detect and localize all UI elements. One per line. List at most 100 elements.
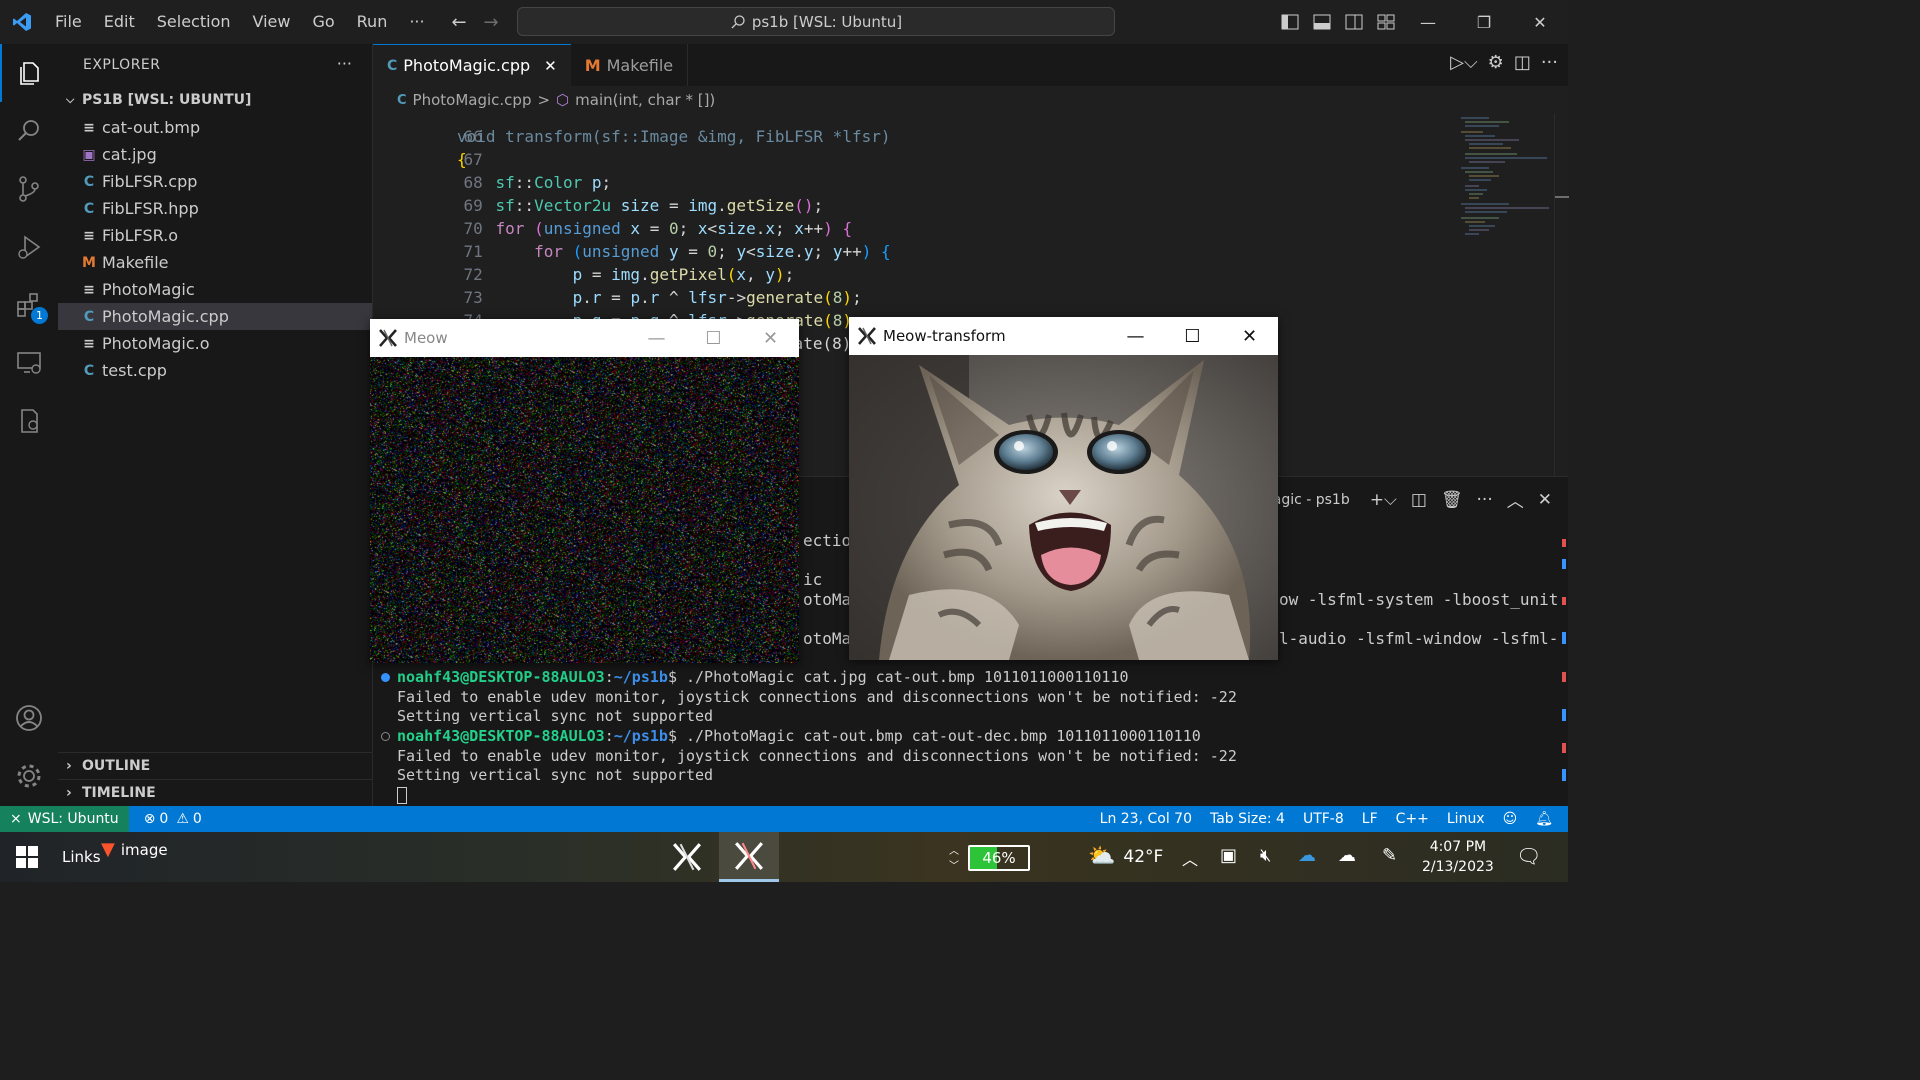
feedback-icon[interactable]: ☺ <box>1494 811 1527 827</box>
file-name: test.cpp <box>102 361 167 380</box>
new-terminal-icon[interactable]: +⌵ <box>1370 490 1397 510</box>
breadcrumb-symbol[interactable]: main(int, char * []) <box>575 91 715 109</box>
x11-taskbar-icon-active[interactable] <box>719 832 779 882</box>
close-icon[interactable]: ✕ <box>1221 317 1278 355</box>
menu-go[interactable]: Go <box>301 7 345 37</box>
minimize-icon[interactable]: — <box>628 319 685 357</box>
maximize-icon[interactable]: ☐ <box>1164 317 1221 355</box>
testing-icon[interactable] <box>0 392 58 450</box>
terminal-name[interactable]: agic - ps1b <box>1273 492 1350 508</box>
minimap[interactable] <box>1459 114 1554 476</box>
workspace-folder[interactable]: ⌵ PS1B [WSL: UBUNTU] <box>58 86 372 114</box>
cursor-position[interactable]: Ln 23, Col 70 <box>1091 811 1201 827</box>
menu-more[interactable]: ··· <box>398 7 435 37</box>
onedrive-personal-cloud-icon[interactable]: ☁ <box>1338 845 1356 866</box>
file-item[interactable]: C FibLFSR.hpp <box>58 195 372 222</box>
remote-indicator[interactable]: ⨯ WSL: Ubuntu <box>0 806 129 832</box>
end-of-line[interactable]: LF <box>1353 811 1387 827</box>
breadcrumb-file[interactable]: PhotoMagic.cpp <box>413 91 532 109</box>
outline-section[interactable]: › OUTLINE <box>58 752 373 779</box>
maximize-icon[interactable]: ☐ <box>685 319 742 357</box>
back-arrow-icon[interactable]: ← <box>443 7 475 37</box>
cpp-file-icon: C <box>387 57 398 74</box>
file-item[interactable]: C PhotoMagic.cpp <box>58 303 372 330</box>
onedrive-cloud-icon[interactable]: ☁ <box>1298 845 1316 866</box>
screen-capture-icon[interactable]: ▣ <box>1220 845 1237 866</box>
file-item[interactable]: ≡ PhotoMagic.o <box>58 330 372 357</box>
command-pending-dot[interactable] <box>381 732 390 741</box>
language-mode[interactable]: C++ <box>1387 811 1438 827</box>
toggle-panel-icon[interactable] <box>1306 7 1338 37</box>
minimize-icon[interactable]: — <box>1107 317 1164 355</box>
file-item[interactable]: ≡ PhotoMagic <box>58 276 372 303</box>
extensions-icon[interactable]: 1 <box>0 276 58 334</box>
tab-makefile[interactable]: M Makefile <box>571 44 689 86</box>
volume-muted-icon[interactable]: 🔇︎ <box>1260 845 1271 866</box>
restore-icon[interactable]: ❐ <box>1456 0 1512 44</box>
split-editor-icon[interactable]: ◫ <box>1514 52 1531 73</box>
minimize-icon[interactable]: — <box>1400 0 1456 44</box>
command-center[interactable]: ps1b [WSL: Ubuntu] <box>517 7 1115 36</box>
file-item[interactable]: ▣ cat.jpg <box>58 141 372 168</box>
tab-photomagic-cpp[interactable]: C PhotoMagic.cpp ✕ <box>373 44 571 86</box>
toggle-secondary-sidebar-icon[interactable] <box>1338 7 1370 37</box>
accounts-icon[interactable] <box>0 689 58 747</box>
menu-view[interactable]: View <box>242 7 302 37</box>
more-actions-icon[interactable]: ··· <box>1477 490 1493 510</box>
file-item[interactable]: Ctest.cpp <box>58 357 372 384</box>
notification-center-icon[interactable]: 🗨︎ <box>1516 844 1541 868</box>
menu-run[interactable]: Run <box>346 7 399 37</box>
command-success-dot[interactable] <box>381 673 390 682</box>
meow-transform-window[interactable]: Meow-transform — ☐ ✕ <box>849 317 1278 660</box>
explorer-icon[interactable] <box>0 44 58 102</box>
close-panel-icon[interactable]: ✕ <box>1538 490 1552 510</box>
editor-scrollbar[interactable] <box>1554 114 1569 476</box>
pen-icon[interactable]: ✎ <box>1382 845 1397 866</box>
links-toolbar[interactable]: Links <box>62 848 101 866</box>
forward-arrow-icon[interactable]: → <box>475 7 507 37</box>
meow-window[interactable]: Meow — ☐ ✕ <box>370 319 799 663</box>
explorer-more-icon[interactable]: ··· <box>337 54 352 73</box>
battery-indicator[interactable]: 46% <box>968 845 1030 871</box>
meow-titlebar[interactable]: Meow — ☐ ✕ <box>370 319 799 357</box>
maximize-panel-icon[interactable]: ︿ <box>1507 487 1524 512</box>
close-tab-icon[interactable]: ✕ <box>544 57 557 75</box>
notifications-bell-icon[interactable]: 🔔︎ <box>1526 811 1562 827</box>
show-hidden-icons-icon[interactable]: ︿ <box>1182 846 1198 870</box>
meow-transform-window-title: Meow-transform <box>883 327 1006 345</box>
file-item[interactable]: M Makefile <box>58 249 372 276</box>
timeline-section[interactable]: › TIMELINE <box>58 779 373 806</box>
trash-icon[interactable]: 🗑 <box>1441 490 1463 510</box>
clock[interactable]: 4:07 PM 2/13/2023 <box>1422 837 1494 877</box>
close-icon[interactable]: ✕ <box>742 319 799 357</box>
weather-widget[interactable]: ⛅ 42°F <box>1088 844 1163 869</box>
menu-file[interactable]: File <box>44 7 93 37</box>
menu-selection[interactable]: Selection <box>146 7 242 37</box>
toggle-sidebar-icon[interactable] <box>1274 7 1306 37</box>
tray-scroll-icon[interactable]: ︿ ﹀ <box>944 834 964 880</box>
tab-size[interactable]: Tab Size: 4 <box>1201 811 1294 827</box>
gear-icon[interactable]: ⚙ <box>1488 52 1504 73</box>
problems-indicator[interactable]: ⊗ 0 ⚠ 0 <box>135 811 211 827</box>
source-control-icon[interactable] <box>0 160 58 218</box>
remote-explorer-icon[interactable] <box>0 334 58 392</box>
file-item[interactable]: ≡ cat-out.bmp <box>58 114 372 141</box>
more-actions-icon[interactable]: ··· <box>1541 52 1558 73</box>
os-indicator[interactable]: Linux <box>1438 811 1494 827</box>
brave-taskbar-item[interactable]: ▼ image <box>101 839 168 860</box>
customize-layout-icon[interactable] <box>1370 7 1402 37</box>
search-icon[interactable] <box>0 102 58 160</box>
file-item[interactable]: ≡ FibLFSR.o <box>58 222 372 249</box>
file-item[interactable]: C FibLFSR.cpp <box>58 168 372 195</box>
run-debug-icon[interactable] <box>0 218 58 276</box>
close-icon[interactable]: ✕ <box>1512 0 1568 44</box>
run-debug-dropdown-icon[interactable]: ▷⌵ <box>1450 52 1478 73</box>
windows-start-icon[interactable] <box>16 846 38 868</box>
split-terminal-icon[interactable]: ◫ <box>1411 490 1427 510</box>
menu-edit[interactable]: Edit <box>93 7 146 37</box>
encoding[interactable]: UTF-8 <box>1294 811 1353 827</box>
chevron-right-icon: › <box>66 785 72 801</box>
meow-transform-titlebar[interactable]: Meow-transform — ☐ ✕ <box>849 317 1278 355</box>
x11-taskbar-icon[interactable] <box>663 832 711 882</box>
settings-gear-icon[interactable] <box>0 747 58 805</box>
